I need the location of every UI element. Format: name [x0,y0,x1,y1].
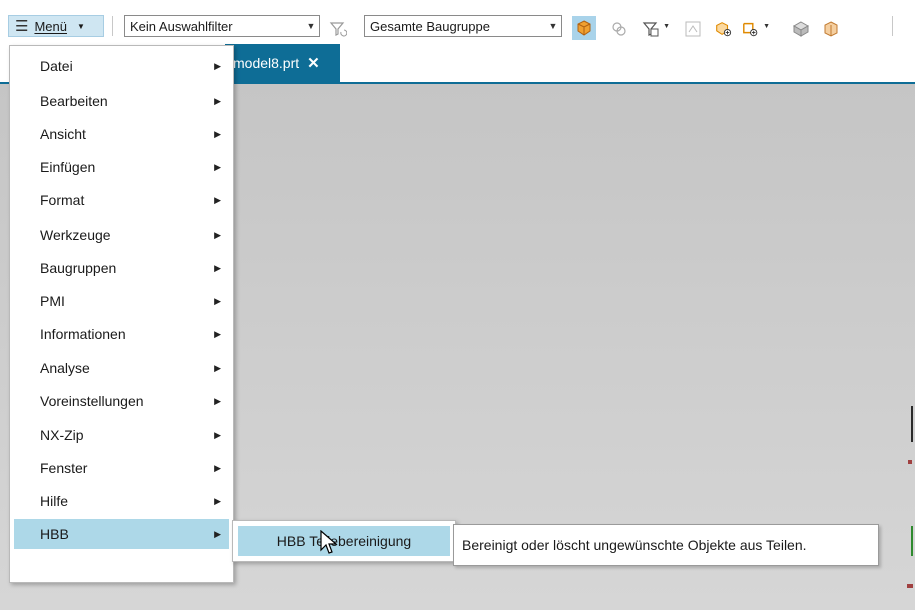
snap-icon[interactable] [684,20,702,38]
top-toolbar: ☰ Menü ▼ Kein Auswahlfilter ▼ Gesamte Ba… [0,7,915,45]
window-top-strip [0,0,915,7]
submenu-arrow-icon: ▶ [214,60,221,71]
menu-button[interactable]: ☰ Menü ▼ [8,15,104,37]
menu-item-einfuegen[interactable]: Einfügen ▶ [14,152,229,182]
menu-item-label: HBB [40,526,69,542]
tooltip: Bereinigt oder löscht ungewünschte Objek… [453,524,879,566]
tab-label: model8.prt [233,55,300,71]
menu-item-werkzeuge[interactable]: Werkzeuge ▶ [14,220,229,250]
menu-item-hbb-teilebereinigung[interactable]: HBB Teilebereinigung [238,526,450,556]
tab-model8[interactable]: model8.prt ✕ [225,44,340,82]
menu-item-label: Baugruppen [40,260,117,276]
menu-item-label: Datei [40,58,73,74]
menu-item-format[interactable]: Format ▶ [14,185,229,215]
menu-button-label: Menü [34,18,67,34]
menu-item-datei[interactable]: Datei ▶ [14,51,229,81]
menu-item-label: Analyse [40,360,90,376]
chevron-down-icon: ▼ [548,21,558,31]
deselect-icon[interactable] [610,20,628,38]
chevron-down-icon: ▼ [663,23,670,30]
menu-item-label: Informationen [40,326,126,342]
part-icon[interactable] [822,20,840,38]
mouse-cursor-icon [320,530,338,554]
hbb-submenu: HBB Teilebereinigung [232,520,456,562]
close-icon[interactable]: ✕ [307,54,320,72]
menu-item-analyse[interactable]: Analyse ▶ [14,353,229,383]
submenu-arrow-icon: ▶ [214,328,221,339]
triad-axis-mark [907,584,913,588]
chevron-down-icon: ▼ [76,21,85,31]
menu-item-label: Format [40,192,85,208]
hamburger-icon: ☰ [15,17,29,35]
menu-item-label: Fenster [40,460,88,476]
menu-item-pmi[interactable]: PMI ▶ [14,286,229,316]
menu-item-ansicht[interactable]: Ansicht ▶ [14,119,229,149]
submenu-arrow-icon: ▶ [214,462,221,473]
submenu-arrow-icon: ▶ [214,395,221,406]
submenu-arrow-icon: ▶ [214,362,221,373]
cube-add-icon[interactable] [714,20,732,38]
toolbar-divider [112,16,113,36]
feature-filter-icon[interactable]: ▼ [642,20,670,38]
scope-value: Gesamte Baugruppe [370,18,490,34]
submenu-arrow-icon: ▶ [214,229,221,240]
scope-dropdown[interactable]: Gesamte Baugruppe ▼ [364,15,562,37]
tooltip-text: Bereinigt oder löscht ungewünschte Objek… [462,537,807,553]
triad-axis-mark [908,460,912,464]
menu-item-label: Einfügen [40,159,96,175]
menu-item-label: Werkzeuge [40,227,111,243]
chevron-down-icon: ▼ [763,23,770,30]
menu-item-label: Ansicht [40,126,86,142]
orange-cube-icon[interactable] [572,16,596,40]
main-menu: Datei ▶ Bearbeiten ▶ Ansicht ▶ Einfügen … [9,45,234,583]
menu-item-label: Bearbeiten [40,93,108,109]
point-add-icon[interactable]: ▼ [742,20,770,38]
menu-item-hilfe[interactable]: Hilfe ▶ [14,486,229,516]
submenu-arrow-icon: ▶ [214,528,221,539]
submenu-arrow-icon: ▶ [214,429,221,440]
menu-item-nx-zip[interactable]: NX-Zip ▶ [14,420,229,450]
selection-filter-value: Kein Auswahlfilter [130,18,233,34]
menu-item-fenster[interactable]: Fenster ▶ [14,453,229,483]
submenu-arrow-icon: ▶ [214,194,221,205]
menu-item-label: NX-Zip [40,427,84,443]
selection-filter-dropdown[interactable]: Kein Auswahlfilter ▼ [124,15,320,37]
submenu-arrow-icon: ▶ [214,262,221,273]
menu-item-bearbeiten[interactable]: Bearbeiten ▶ [14,86,229,116]
submenu-arrow-icon: ▶ [214,128,221,139]
submenu-item-label: HBB Teilebereinigung [276,533,412,549]
menu-item-hbb[interactable]: HBB ▶ [14,519,229,549]
menu-item-baugruppen[interactable]: Baugruppen ▶ [14,253,229,283]
submenu-arrow-icon: ▶ [214,161,221,172]
submenu-arrow-icon: ▶ [214,95,221,106]
menu-item-label: PMI [40,293,65,309]
chevron-down-icon: ▼ [306,21,316,31]
submenu-arrow-icon: ▶ [214,495,221,506]
submenu-arrow-icon: ▶ [214,295,221,306]
toolbar-divider [892,16,893,36]
menu-item-voreinstellungen[interactable]: Voreinstellungen ▶ [14,386,229,416]
gray-sphere-icon[interactable] [792,20,810,38]
funnel-reset-icon[interactable] [329,20,347,38]
menu-item-label: Hilfe [40,493,69,509]
menu-item-informationen[interactable]: Informationen ▶ [14,319,229,349]
triad-axis-mark [911,526,913,556]
menu-item-label: Voreinstellungen [40,393,144,409]
triad-axis-mark [911,406,913,442]
